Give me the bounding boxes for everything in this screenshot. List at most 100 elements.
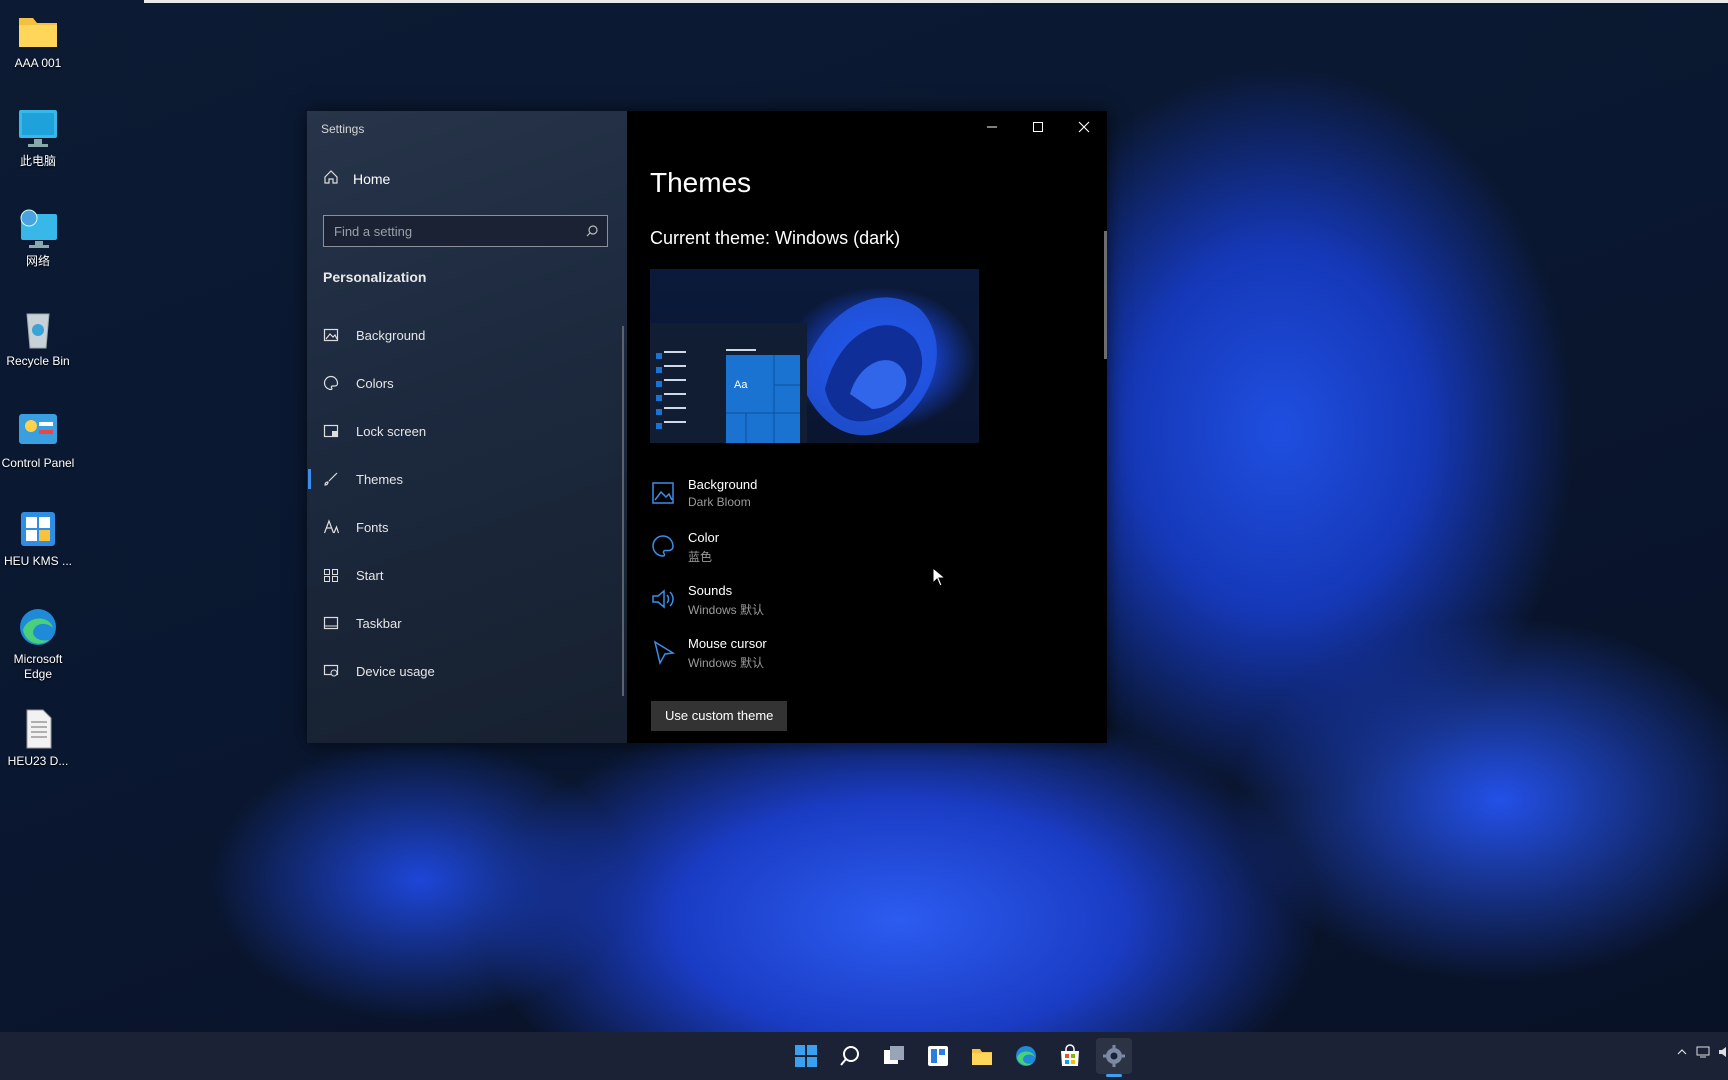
sidebar-item-label: Lock screen <box>356 423 427 439</box>
sidebar-item-label: Fonts <box>356 519 389 535</box>
sidebar-item-fonts[interactable]: Fonts <box>307 503 627 551</box>
desktop-icon-control-panel[interactable]: Control Panel <box>0 410 76 471</box>
search-icon[interactable] <box>832 1038 868 1074</box>
picture-icon <box>322 326 340 344</box>
setting-value: 蓝色 <box>688 550 713 564</box>
sidebar-item-background[interactable]: Background <box>307 311 627 359</box>
use-custom-theme-button[interactable]: Use custom theme <box>651 701 788 731</box>
active-app-indicator <box>1106 1074 1122 1077</box>
desktop-icon-heu-kms[interactable]: HEU KMS ... <box>0 508 76 569</box>
kms-icon <box>15 508 61 550</box>
font-icon <box>322 518 340 536</box>
minimize-button[interactable] <box>969 111 1015 143</box>
network-icon <box>15 208 61 250</box>
document-icon <box>15 708 61 750</box>
desktop-icon-label: 网络 <box>25 254 50 268</box>
sidebar-item-label: Background <box>356 327 426 343</box>
palette-icon <box>322 374 340 392</box>
group-header: Personalization <box>323 269 427 285</box>
close-button[interactable] <box>1061 111 1107 143</box>
sidebar-item-start[interactable]: Start <box>307 551 627 599</box>
maximize-button[interactable] <box>1015 111 1061 143</box>
settings-window: Settings Home Find a setting Personaliza… <box>307 111 1107 743</box>
sidebar-item-themes[interactable]: Themes <box>307 455 627 503</box>
recycle-bin-icon <box>15 308 61 350</box>
sidebar-item-label: Colors <box>356 375 394 391</box>
edge-icon[interactable] <box>1008 1038 1044 1074</box>
sidebar-item-device-usage[interactable]: Device usage <box>307 647 627 695</box>
chevron-up-icon[interactable] <box>1676 1046 1688 1061</box>
sidebar-scrollbar[interactable] <box>622 326 624 696</box>
desktop-icon-recycle-bin[interactable]: Recycle Bin <box>0 308 76 369</box>
window-title: Settings <box>321 122 365 136</box>
setting-value: Windows 默认 <box>688 603 765 617</box>
main-scrollbar[interactable] <box>1104 231 1107 359</box>
setting-name: Background <box>688 477 758 492</box>
desktop-icon-label: Control Panel <box>1 456 75 470</box>
edge-icon <box>15 606 61 648</box>
desktop-icon-network[interactable]: 网络 <box>0 208 76 269</box>
settings-sidebar: Settings Home Find a setting Personaliza… <box>307 111 627 743</box>
setting-name: Mouse cursor <box>688 636 767 651</box>
desktop-icon-label: 此电脑 <box>19 154 56 168</box>
home-label: Home <box>353 170 391 187</box>
setting-name: Sounds <box>688 583 733 598</box>
sidebar-item-label: Start <box>356 567 384 583</box>
home-nav-item[interactable]: Home <box>323 169 390 188</box>
page-title: Themes <box>650 167 752 198</box>
sidebar-item-taskbar[interactable]: Taskbar <box>307 599 627 647</box>
setting-value: Dark Bloom <box>688 495 751 509</box>
taskbar-icon <box>322 614 340 632</box>
computer-icon <box>15 108 61 150</box>
folder-icon <box>15 10 61 52</box>
sidebar-item-label: Themes <box>356 471 403 487</box>
palette-icon <box>650 533 676 559</box>
cursor-icon <box>650 639 676 666</box>
desktop-icon-folder[interactable]: AAA 001 <box>0 10 76 71</box>
sidebar-item-label: Device usage <box>356 663 435 679</box>
settings-icon[interactable] <box>1096 1038 1132 1074</box>
theme-background-setting[interactable]: Background Dark Bloom <box>650 477 757 509</box>
store-icon[interactable] <box>1052 1038 1088 1074</box>
desktop-icon-label: AAA 001 <box>14 56 62 70</box>
file-explorer-icon[interactable] <box>964 1038 1000 1074</box>
preview-sample-text: Aa <box>734 379 748 391</box>
desktop-icon-edge[interactable]: Microsoft Edge <box>0 606 76 682</box>
search-placeholder: Find a setting <box>334 224 413 239</box>
window-controls <box>969 111 1107 143</box>
desktop-icon-label: Recycle Bin <box>6 354 70 368</box>
volume-icon[interactable] <box>1718 1046 1728 1061</box>
sidebar-item-label: Taskbar <box>356 615 402 631</box>
search-icon[interactable] <box>585 224 599 238</box>
desktop-icon-label: HEU KMS ... <box>3 554 72 568</box>
home-icon <box>323 169 339 188</box>
brush-icon <box>322 470 340 488</box>
theme-mouse-cursor-setting[interactable]: Mouse cursor Windows 默认 <box>650 636 767 671</box>
preview-accent-tile <box>726 355 800 443</box>
desktop-icon-label: HEU23 D... <box>7 754 69 768</box>
network-status-icon[interactable] <box>1696 1046 1710 1061</box>
sidebar-item-lock-screen[interactable]: Lock screen <box>307 407 627 455</box>
start-icon <box>322 566 340 584</box>
start-icon[interactable] <box>788 1038 824 1074</box>
current-theme-heading: Current theme: Windows (dark) <box>650 228 901 248</box>
mouse-pointer <box>932 566 947 592</box>
theme-preview: Aa <box>650 269 979 443</box>
theme-color-setting[interactable]: Color 蓝色 <box>650 530 719 565</box>
picture-icon <box>650 480 676 506</box>
widgets-icon[interactable] <box>920 1038 956 1074</box>
desktop-icon-this-pc[interactable]: 此电脑 <box>0 108 76 169</box>
search-input[interactable]: Find a setting <box>323 215 608 247</box>
sidebar-nav: Background Colors Lock screen Themes Fon… <box>307 311 627 695</box>
device-usage-icon <box>322 662 340 680</box>
top-edge-line <box>144 0 1728 3</box>
system-tray <box>1676 1046 1728 1061</box>
theme-sounds-setting[interactable]: Sounds Windows 默认 <box>650 583 764 618</box>
setting-name: Color <box>688 530 720 545</box>
lock-screen-icon <box>322 422 340 440</box>
task-view-icon[interactable] <box>876 1038 912 1074</box>
control-panel-icon <box>15 410 61 452</box>
setting-value: Windows 默认 <box>688 656 765 670</box>
desktop-icon-document[interactable]: HEU23 D... <box>0 708 76 769</box>
sidebar-item-colors[interactable]: Colors <box>307 359 627 407</box>
